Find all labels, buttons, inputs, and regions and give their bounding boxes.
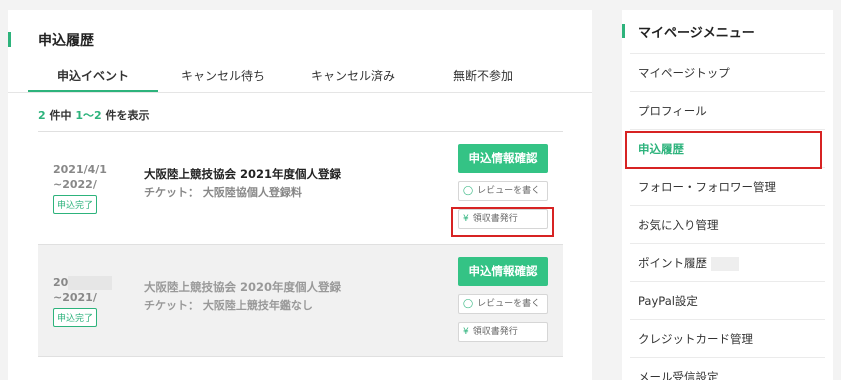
redacted-area: [711, 256, 739, 271]
speech-bubble-icon: ◯: [463, 299, 474, 309]
history-highlight-box: [625, 131, 822, 169]
confirm-application-button[interactable]: 申込情報確認: [458, 257, 548, 286]
write-review-button[interactable]: ◯ レビューを書く: [458, 181, 548, 201]
title-accent-bar: [8, 32, 11, 47]
receipt-highlight-box: [451, 207, 554, 237]
sidebar-item-profile[interactable]: プロフィール: [630, 92, 825, 130]
application-entry: 20~2021/ 3/31 申込完了 大阪陸上競技協会 2020年度個人登録 チ…: [38, 244, 563, 357]
issue-receipt-label: 領収書発行: [472, 327, 518, 337]
result-total: 2: [38, 109, 46, 122]
write-review-label: レビューを書く: [477, 299, 541, 309]
tab-waitlist[interactable]: キャンセル待ち: [158, 60, 288, 92]
confirm-application-button[interactable]: 申込情報確認: [458, 144, 548, 173]
sidebar-item-mypage-top[interactable]: マイページトップ: [630, 54, 825, 92]
result-text-1: 件中: [45, 109, 76, 122]
result-range: 1〜2: [75, 109, 102, 122]
redacted-area: [68, 276, 113, 290]
sidebar-item-paypal[interactable]: PayPal設定: [630, 282, 825, 320]
issue-receipt-button[interactable]: ¥ 領収書発行: [458, 322, 548, 342]
sidebar-item-points[interactable]: ポイント履歴: [630, 244, 825, 282]
mypage-menu: マイページメニュー マイページトップ プロフィール 申込履歴 フォロー・フォロワ…: [622, 10, 833, 380]
write-review-button[interactable]: ◯ レビューを書く: [458, 294, 548, 314]
sidebar-item-follow-management[interactable]: フォロー・フォロワー管理: [630, 168, 825, 206]
sidebar-accent-bar: [622, 24, 625, 38]
result-count: 2 件中 1〜2 件を表示: [38, 107, 149, 123]
status-badge: 申込完了: [53, 195, 98, 214]
tab-cancelled[interactable]: キャンセル済み: [288, 60, 418, 92]
yen-icon: ¥: [463, 327, 469, 337]
event-name[interactable]: 大阪陸上競技協会 2021年度個人登録: [144, 166, 341, 182]
write-review-label: レビューを書く: [477, 186, 541, 196]
tab-divider: [8, 92, 592, 93]
event-date-line-1: 2021/4/1 ~2022/: [53, 163, 107, 191]
event-name[interactable]: 大阪陸上競技協会 2020年度個人登録: [144, 279, 341, 295]
event-date-end: ~2021/: [53, 291, 97, 304]
tab-no-show[interactable]: 無断不参加: [418, 60, 548, 92]
history-tabs: 申込イベント キャンセル待ち キャンセル済み 無断不参加: [28, 60, 568, 92]
event-ticket: チケット： 大阪陸協個人登録料: [144, 186, 302, 199]
status-badge: 申込完了: [53, 308, 98, 327]
page-title: 申込履歴: [38, 33, 94, 49]
event-ticket: チケット： 大阪陸上競技年鑑なし: [144, 299, 313, 312]
result-text-2: 件を表示: [101, 109, 150, 122]
sidebar-title: マイページメニュー: [638, 26, 755, 41]
speech-bubble-icon: ◯: [463, 186, 474, 196]
sidebar-item-favorites[interactable]: お気に入り管理: [630, 206, 825, 244]
sidebar-item-points-label: ポイント履歴: [638, 256, 707, 270]
event-date-start: 20: [53, 276, 69, 289]
sidebar-item-credit-card[interactable]: クレジットカード管理: [630, 320, 825, 358]
tab-applied-events[interactable]: 申込イベント: [28, 60, 158, 92]
event-date-line-1: 20 ~2021/: [53, 275, 143, 305]
sidebar-item-mail-settings[interactable]: メール受信設定: [630, 358, 825, 380]
